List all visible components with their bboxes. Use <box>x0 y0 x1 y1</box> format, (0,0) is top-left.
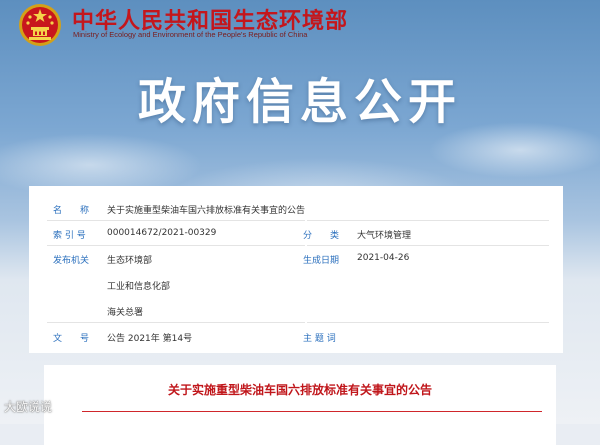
index-value: 000014672/2021-00329 <box>107 228 217 238</box>
divider <box>307 220 549 221</box>
divider <box>47 322 305 323</box>
name-value: 关于实施重型柴油车国六排放标准有关事宜的公告 <box>107 206 306 216</box>
document-meta-card: 名 称 关于实施重型柴油车国六排放标准有关事宜的公告 索 引 号 0000146… <box>29 186 563 353</box>
docno-value: 公告 2021年 第14号 <box>107 334 193 344</box>
watermark-logo: 大欧说说 <box>4 400 53 414</box>
document-title: 关于实施重型柴油车国六排放标准有关事宜的公告 <box>167 383 432 397</box>
category-label: 分 类 <box>303 231 340 241</box>
ministry-name-en: Ministry of Ecology and Environment of t… <box>73 30 308 39</box>
page-banner-title: 政府信息公开 <box>137 74 462 130</box>
divider <box>47 220 305 221</box>
docno-label: 文 号 <box>53 334 90 344</box>
name-label: 名 称 <box>53 206 90 216</box>
document-content-card: 关于实施重型柴油车国六排放标准有关事宜的公告 <box>44 365 556 445</box>
divider <box>47 245 305 246</box>
index-label: 索 引 号 <box>53 231 86 241</box>
issuer-label: 发布机关 <box>53 256 90 266</box>
topic-label: 主 题 词 <box>303 334 336 344</box>
divider <box>307 322 549 323</box>
category-value: 大气环境管理 <box>357 231 412 241</box>
issuer-value: 工业和信息化部 <box>107 282 171 292</box>
date-label: 生成日期 <box>303 256 340 266</box>
national-emblem-icon <box>19 4 61 46</box>
issuer-value: 生态环境部 <box>107 256 153 266</box>
divider <box>307 245 549 246</box>
issuer-value: 海关总署 <box>107 308 144 318</box>
date-value: 2021-04-26 <box>357 253 410 263</box>
title-rule <box>82 411 542 412</box>
